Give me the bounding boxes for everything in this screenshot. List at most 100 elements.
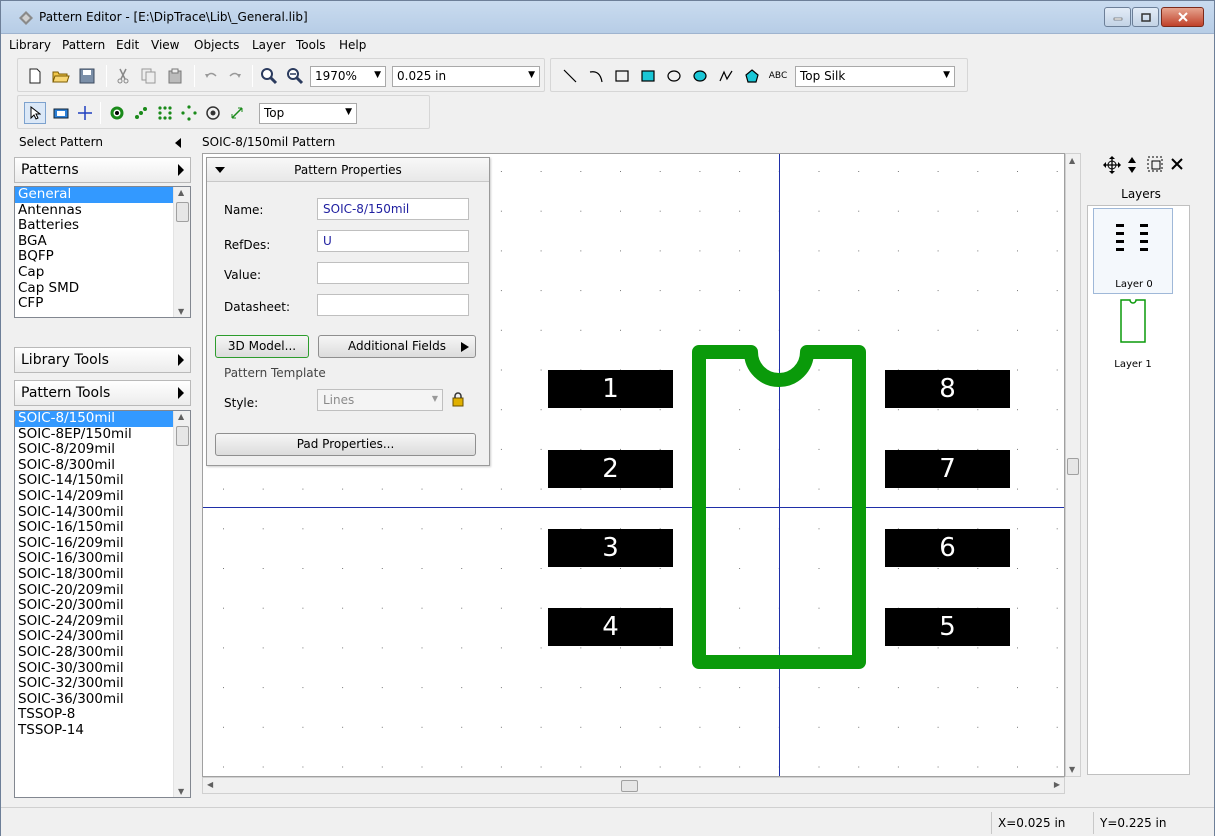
canvas-vertical-scrollbar[interactable]: ▲ ▼ [1065, 153, 1081, 777]
menu-library[interactable]: Library [9, 38, 51, 52]
list-item[interactable]: SOIC-14/300mil [15, 504, 190, 521]
polyline-tool[interactable] [717, 67, 735, 85]
list-item[interactable]: General [15, 187, 190, 203]
list-item[interactable]: Cap SMD [15, 280, 190, 297]
pad-7[interactable]: 7 [885, 450, 1010, 488]
list-item[interactable]: SOIC-14/209mil [15, 489, 190, 505]
properties-header[interactable]: Pattern Properties [207, 158, 489, 182]
library-tools-section-button[interactable]: Library Tools [14, 347, 191, 373]
zoom-in-button[interactable] [260, 67, 278, 85]
list-item[interactable]: SOIC-14/150mil [15, 473, 190, 489]
scroll-up-icon[interactable]: ▲ [178, 188, 184, 197]
pad-6[interactable]: 6 [885, 529, 1010, 567]
minimize-button[interactable] [1104, 7, 1131, 27]
filled-rectangle-tool[interactable] [639, 67, 657, 85]
menu-help[interactable]: Help [339, 38, 366, 52]
hole-tool[interactable] [204, 104, 222, 122]
group-icon[interactable] [1147, 156, 1163, 172]
collapse-left-icon[interactable] [173, 137, 183, 149]
library-list-scrollbar[interactable]: ▲ ▼ [173, 187, 190, 317]
dimension-tool[interactable] [228, 104, 246, 122]
redo-button[interactable] [226, 67, 244, 85]
list-item[interactable]: BQFP [15, 249, 190, 265]
style-combo[interactable]: Lines ▼ [317, 389, 443, 411]
filled-ellipse-tool[interactable] [691, 67, 709, 85]
new-button[interactable] [26, 67, 44, 85]
pad-array-tool[interactable] [156, 104, 174, 122]
pad-line-tool[interactable] [132, 104, 150, 122]
layer-0-card[interactable]: Layer 0 [1093, 208, 1173, 294]
menu-view[interactable]: View [151, 38, 179, 52]
list-item[interactable]: SOIC-28/300mil [15, 645, 190, 661]
select-tool[interactable] [24, 102, 46, 124]
3d-model-button[interactable]: 3D Model... [215, 335, 309, 358]
menu-edit[interactable]: Edit [116, 38, 139, 52]
pad-circle-tool[interactable] [180, 104, 198, 122]
arc-tool[interactable] [587, 67, 605, 85]
copy-button[interactable] [140, 67, 158, 85]
list-item[interactable]: SOIC-8/209mil [15, 442, 190, 458]
pattern-list[interactable]: SOIC-8/150mil SOIC-8EP/150mil SOIC-8/209mi… [14, 410, 191, 798]
close-icon[interactable] [1170, 157, 1184, 171]
scroll-down-icon[interactable]: ▼ [1069, 765, 1075, 774]
layer-1-card[interactable]: Layer 1 [1093, 296, 1173, 382]
ellipse-tool[interactable] [665, 67, 683, 85]
library-list[interactable]: General Antennas Batteries BGA BQFP Cap Cap SM… [14, 186, 191, 318]
pad-4[interactable]: 4 [548, 608, 673, 646]
rectangle-tool[interactable] [613, 67, 631, 85]
move-icon[interactable] [1103, 156, 1121, 174]
scroll-right-icon[interactable]: ▶ [1054, 780, 1060, 789]
list-item[interactable]: SOIC-36/300mil [15, 691, 190, 708]
scroll-up-icon[interactable]: ▲ [1069, 156, 1075, 165]
pad-1[interactable]: 1 [548, 370, 673, 408]
scroll-thumb[interactable] [176, 426, 189, 446]
scroll-left-icon[interactable]: ◀ [207, 780, 213, 789]
pan-tool[interactable] [52, 104, 70, 122]
list-item[interactable]: SOIC-30/300mil [15, 660, 190, 677]
refdes-field[interactable]: U [317, 230, 469, 252]
menu-layer[interactable]: Layer [252, 38, 285, 52]
zoom-combo[interactable]: 1970% ▼ [310, 66, 386, 87]
collapse-icon[interactable] [215, 167, 225, 173]
list-item[interactable]: Antennas [15, 202, 190, 219]
scroll-thumb[interactable] [621, 780, 638, 792]
paste-button[interactable] [166, 67, 184, 85]
grid-combo[interactable]: 0.025 in ▼ [392, 66, 540, 87]
pad-properties-button[interactable]: Pad Properties... [215, 433, 476, 456]
save-button[interactable] [78, 67, 96, 85]
side-combo[interactable]: Top ▼ [259, 103, 357, 124]
list-item[interactable]: SOIC-20/300mil [15, 598, 190, 614]
lock-icon[interactable] [451, 391, 465, 407]
scroll-thumb[interactable] [176, 202, 189, 222]
scroll-down-icon[interactable]: ▼ [178, 787, 184, 796]
pad-tool[interactable] [108, 104, 126, 122]
name-field[interactable]: SOIC-8/150mil [317, 198, 469, 220]
undo-button[interactable] [202, 67, 220, 85]
line-tool[interactable] [561, 67, 579, 85]
scroll-up-icon[interactable]: ▲ [178, 412, 184, 421]
menu-tools[interactable]: Tools [296, 38, 326, 52]
list-item[interactable]: TSSOP-8 [15, 707, 190, 723]
datasheet-field[interactable] [317, 294, 469, 316]
list-item[interactable]: SOIC-8/150mil [15, 411, 190, 427]
additional-fields-button[interactable]: Additional Fields [318, 335, 476, 358]
zoom-out-button[interactable] [286, 67, 304, 85]
scroll-thumb[interactable] [1067, 458, 1079, 475]
scroll-down-icon[interactable]: ▼ [178, 307, 184, 316]
value-field[interactable] [317, 262, 469, 284]
pad-3[interactable]: 3 [548, 529, 673, 567]
pattern-tools-section-button[interactable]: Pattern Tools [14, 380, 191, 406]
open-button[interactable] [52, 67, 70, 85]
layer-combo[interactable]: Top Silk ▼ [795, 66, 955, 87]
list-item[interactable]: SOIC-16/150mil [15, 520, 190, 536]
pattern-list-scrollbar[interactable]: ▲ ▼ [173, 411, 190, 797]
pad-8[interactable]: 8 [885, 370, 1010, 408]
list-item[interactable]: CFP [15, 296, 190, 312]
list-item[interactable]: SOIC-24/300mil [15, 629, 190, 645]
pad-5[interactable]: 5 [885, 608, 1010, 646]
origin-tool[interactable] [76, 104, 94, 122]
maximize-button[interactable] [1132, 7, 1159, 27]
menu-objects[interactable]: Objects [194, 38, 239, 52]
list-item[interactable]: TSSOP-14 [15, 723, 190, 739]
list-item[interactable]: SOIC-18/300mil [15, 567, 190, 583]
